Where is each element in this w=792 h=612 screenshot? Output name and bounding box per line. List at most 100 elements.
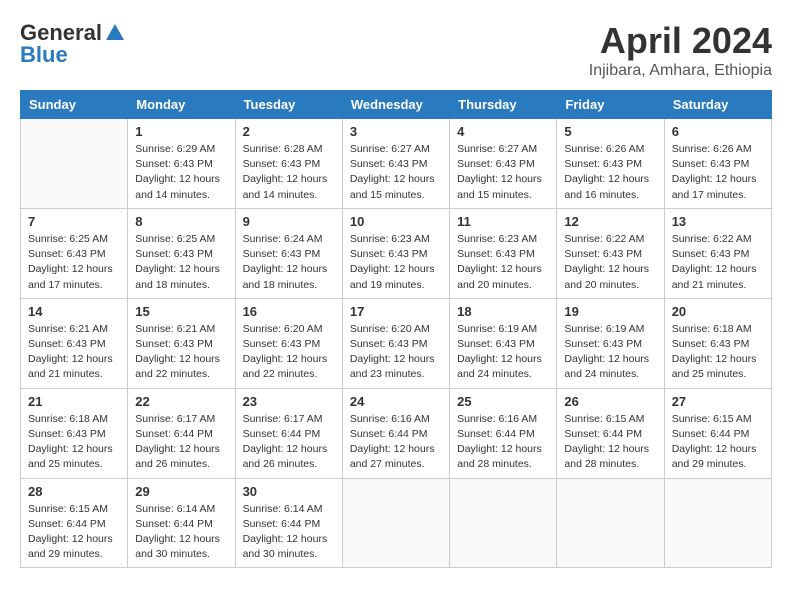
day-header-friday: Friday <box>557 91 664 119</box>
day-info: Sunrise: 6:26 AMSunset: 6:43 PMDaylight:… <box>564 142 656 203</box>
page-header: General Blue April 2024 Injibara, Amhara… <box>20 20 772 80</box>
day-number: 3 <box>350 124 442 139</box>
calendar-cell: 29 Sunrise: 6:14 AMSunset: 6:44 PMDayligh… <box>128 478 235 568</box>
calendar-cell: 12 Sunrise: 6:22 AMSunset: 6:43 PMDayligh… <box>557 208 664 298</box>
day-number: 11 <box>457 214 549 229</box>
day-info: Sunrise: 6:28 AMSunset: 6:43 PMDaylight:… <box>243 142 335 203</box>
day-info: Sunrise: 6:29 AMSunset: 6:43 PMDaylight:… <box>135 142 227 203</box>
day-number: 15 <box>135 304 227 319</box>
day-header-sunday: Sunday <box>21 91 128 119</box>
calendar-cell: 13 Sunrise: 6:22 AMSunset: 6:43 PMDayligh… <box>664 208 771 298</box>
calendar-cell: 11 Sunrise: 6:23 AMSunset: 6:43 PMDayligh… <box>450 208 557 298</box>
calendar-cell: 10 Sunrise: 6:23 AMSunset: 6:43 PMDayligh… <box>342 208 449 298</box>
day-info: Sunrise: 6:15 AMSunset: 6:44 PMDaylight:… <box>28 502 120 563</box>
calendar-cell: 30Sunrise: 6:14 AMSunset: 6:44 PMDayligh… <box>235 478 342 568</box>
day-info: Sunrise: 6:21 AMSunset: 6:43 PMDaylight:… <box>135 322 227 383</box>
day-info: Sunrise: 6:15 AMSunset: 6:44 PMDaylight:… <box>564 412 656 473</box>
day-info: Sunrise: 6:18 AMSunset: 6:43 PMDaylight:… <box>672 322 764 383</box>
calendar-cell: 26 Sunrise: 6:15 AMSunset: 6:44 PMDayligh… <box>557 388 664 478</box>
day-number: 9 <box>243 214 335 229</box>
calendar-cell: 9 Sunrise: 6:24 AMSunset: 6:43 PMDaylight… <box>235 208 342 298</box>
calendar-cell: 3 Sunrise: 6:27 AMSunset: 6:43 PMDaylight… <box>342 119 449 209</box>
day-number: 12 <box>564 214 656 229</box>
day-header-saturday: Saturday <box>664 91 771 119</box>
day-info: Sunrise: 6:23 AMSunset: 6:43 PMDaylight:… <box>350 232 442 293</box>
calendar-cell: 14 Sunrise: 6:21 AMSunset: 6:43 PMDayligh… <box>21 298 128 388</box>
calendar-cell: 6 Sunrise: 6:26 AMSunset: 6:43 PMDaylight… <box>664 119 771 209</box>
day-info: Sunrise: 6:25 AMSunset: 6:43 PMDaylight:… <box>28 232 120 293</box>
day-info: Sunrise: 6:19 AMSunset: 6:43 PMDaylight:… <box>457 322 549 383</box>
calendar-cell: 21 Sunrise: 6:18 AMSunset: 6:43 PMDayligh… <box>21 388 128 478</box>
day-info: Sunrise: 6:18 AMSunset: 6:43 PMDaylight:… <box>28 412 120 473</box>
day-number: 20 <box>672 304 764 319</box>
calendar-table: SundayMondayTuesdayWednesdayThursdayFrid… <box>20 90 772 568</box>
day-number: 14 <box>28 304 120 319</box>
calendar-cell: 24Sunrise: 6:16 AMSunset: 6:44 PMDayligh… <box>342 388 449 478</box>
day-header-monday: Monday <box>128 91 235 119</box>
calendar-cell: 1Sunrise: 6:29 AMSunset: 6:43 PMDaylight… <box>128 119 235 209</box>
day-number: 22 <box>135 394 227 409</box>
location-text: Injibara, Amhara, Ethiopia <box>589 62 772 80</box>
calendar-cell: 5 Sunrise: 6:26 AMSunset: 6:43 PMDaylight… <box>557 119 664 209</box>
calendar-header-row: SundayMondayTuesdayWednesdayThursdayFrid… <box>21 91 772 119</box>
calendar-cell: 19 Sunrise: 6:19 AMSunset: 6:43 PMDayligh… <box>557 298 664 388</box>
day-number: 13 <box>672 214 764 229</box>
day-number: 7 <box>28 214 120 229</box>
day-number: 25 <box>457 394 549 409</box>
day-info: Sunrise: 6:26 AMSunset: 6:43 PMDaylight:… <box>672 142 764 203</box>
day-number: 29 <box>135 484 227 499</box>
day-number: 5 <box>564 124 656 139</box>
day-info: Sunrise: 6:14 AMSunset: 6:44 PMDaylight:… <box>135 502 227 563</box>
day-info: Sunrise: 6:20 AMSunset: 6:43 PMDaylight:… <box>350 322 442 383</box>
calendar-cell <box>557 478 664 568</box>
day-number: 21 <box>28 394 120 409</box>
day-info: Sunrise: 6:17 AMSunset: 6:44 PMDaylight:… <box>243 412 335 473</box>
day-number: 2 <box>243 124 335 139</box>
calendar-week-row: 14 Sunrise: 6:21 AMSunset: 6:43 PMDayligh… <box>21 298 772 388</box>
month-title: April 2024 <box>589 20 772 62</box>
day-info: Sunrise: 6:23 AMSunset: 6:43 PMDaylight:… <box>457 232 549 293</box>
calendar-week-row: 1Sunrise: 6:29 AMSunset: 6:43 PMDaylight… <box>21 119 772 209</box>
calendar-cell: 2 Sunrise: 6:28 AMSunset: 6:43 PMDaylight… <box>235 119 342 209</box>
calendar-cell <box>450 478 557 568</box>
day-number: 24 <box>350 394 442 409</box>
day-info: Sunrise: 6:27 AMSunset: 6:43 PMDaylight:… <box>350 142 442 203</box>
day-info: Sunrise: 6:24 AMSunset: 6:43 PMDaylight:… <box>243 232 335 293</box>
logo-blue-text: Blue <box>20 42 68 68</box>
day-number: 28 <box>28 484 120 499</box>
day-info: Sunrise: 6:27 AMSunset: 6:43 PMDaylight:… <box>457 142 549 203</box>
day-number: 10 <box>350 214 442 229</box>
day-number: 26 <box>564 394 656 409</box>
day-number: 30 <box>243 484 335 499</box>
day-info: Sunrise: 6:16 AMSunset: 6:44 PMDaylight:… <box>457 412 549 473</box>
calendar-cell: 15 Sunrise: 6:21 AMSunset: 6:43 PMDayligh… <box>128 298 235 388</box>
day-info: Sunrise: 6:22 AMSunset: 6:43 PMDaylight:… <box>564 232 656 293</box>
day-number: 6 <box>672 124 764 139</box>
day-info: Sunrise: 6:20 AMSunset: 6:43 PMDaylight:… <box>243 322 335 383</box>
calendar-cell: 8Sunrise: 6:25 AMSunset: 6:43 PMDaylight… <box>128 208 235 298</box>
day-info: Sunrise: 6:19 AMSunset: 6:43 PMDaylight:… <box>564 322 656 383</box>
day-header-thursday: Thursday <box>450 91 557 119</box>
day-number: 27 <box>672 394 764 409</box>
day-info: Sunrise: 6:22 AMSunset: 6:43 PMDaylight:… <box>672 232 764 293</box>
calendar-cell <box>21 119 128 209</box>
calendar-cell <box>342 478 449 568</box>
calendar-cell: 20 Sunrise: 6:18 AMSunset: 6:43 PMDayligh… <box>664 298 771 388</box>
day-number: 23 <box>243 394 335 409</box>
calendar-cell: 27 Sunrise: 6:15 AMSunset: 6:44 PMDayligh… <box>664 388 771 478</box>
calendar-cell: 18Sunrise: 6:19 AMSunset: 6:43 PMDayligh… <box>450 298 557 388</box>
calendar-cell: 25 Sunrise: 6:16 AMSunset: 6:44 PMDayligh… <box>450 388 557 478</box>
day-number: 4 <box>457 124 549 139</box>
title-area: April 2024 Injibara, Amhara, Ethiopia <box>589 20 772 80</box>
day-info: Sunrise: 6:25 AMSunset: 6:43 PMDaylight:… <box>135 232 227 293</box>
calendar-week-row: 21 Sunrise: 6:18 AMSunset: 6:43 PMDayligh… <box>21 388 772 478</box>
day-number: 19 <box>564 304 656 319</box>
calendar-cell: 4 Sunrise: 6:27 AMSunset: 6:43 PMDaylight… <box>450 119 557 209</box>
day-info: Sunrise: 6:21 AMSunset: 6:43 PMDaylight:… <box>28 322 120 383</box>
day-info: Sunrise: 6:15 AMSunset: 6:44 PMDaylight:… <box>672 412 764 473</box>
day-header-wednesday: Wednesday <box>342 91 449 119</box>
calendar-cell: 23 Sunrise: 6:17 AMSunset: 6:44 PMDayligh… <box>235 388 342 478</box>
day-info: Sunrise: 6:17 AMSunset: 6:44 PMDaylight:… <box>135 412 227 473</box>
calendar-cell: 22 Sunrise: 6:17 AMSunset: 6:44 PMDayligh… <box>128 388 235 478</box>
logo: General Blue <box>20 20 126 68</box>
